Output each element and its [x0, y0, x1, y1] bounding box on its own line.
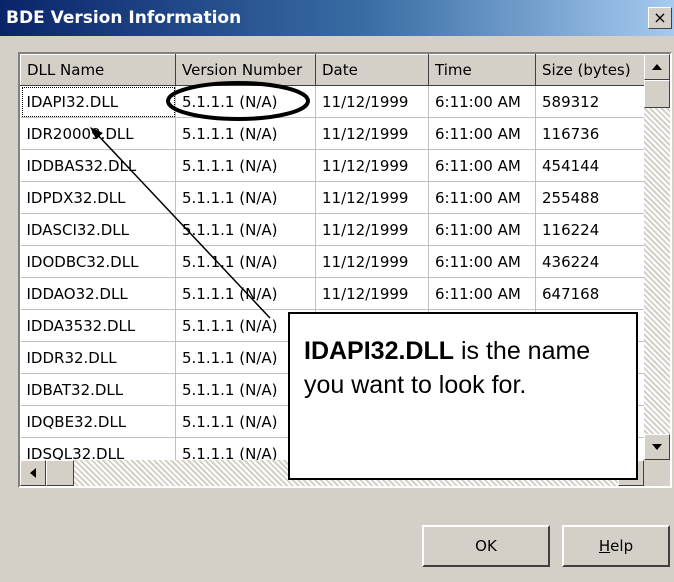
close-button[interactable]: ×	[648, 7, 672, 29]
table-cell: 5.1.1.1 (N/A)	[175, 181, 316, 214]
table-cell: IDDAO32.DLL	[20, 277, 176, 310]
scroll-left-arrow-icon	[30, 468, 36, 478]
table-cell: IDDBAS32.DLL	[20, 149, 176, 182]
table-cell: 6:11:00 AM	[428, 277, 536, 310]
column-header-size-bytes[interactable]: Size (bytes)	[535, 54, 645, 86]
table-row[interactable]: IDR20009.DLL 5.1.1.1 (N/A) 11/12/1999 6:11:…	[20, 117, 645, 150]
table-cell: 6:11:00 AM	[428, 149, 536, 182]
table-cell: 116224	[535, 213, 645, 246]
scroll-up-arrow-icon	[652, 64, 662, 70]
title-bar[interactable]: BDE Version Information ×	[0, 0, 674, 36]
table-cell: IDQBE32.DLL	[20, 405, 176, 438]
table-cell: 11/12/1999	[315, 181, 429, 214]
help-button[interactable]: Help	[562, 525, 670, 567]
table-cell: IDASCI32.DLL	[20, 213, 176, 246]
table-cell: 11/12/1999	[315, 277, 429, 310]
column-header-dll-name[interactable]: DLL Name	[20, 54, 176, 86]
table-row[interactable]: IDASCI32.DLL 5.1.1.1 (N/A) 11/12/1999 6:11:…	[20, 213, 645, 246]
ok-button-label: OK	[475, 537, 497, 555]
help-mnemonic: H	[598, 537, 611, 555]
callout-dll-name: IDAPI32.DLL	[304, 337, 455, 365]
table-cell: 5.1.1.1 (N/A)	[175, 213, 316, 246]
table-cell: IDBAT32.DLL	[20, 373, 176, 406]
table-cell: IDDR32.DLL	[20, 341, 176, 374]
table-cell: IDAPI32.DLL	[20, 85, 176, 118]
table-cell: IDODBC32.DLL	[20, 245, 176, 278]
table-cell: 11/12/1999	[315, 149, 429, 182]
table-cell: IDR20009.DLL	[20, 117, 176, 150]
vertical-scrollbar[interactable]	[644, 54, 670, 460]
scroll-left-button[interactable]	[20, 460, 46, 486]
table-cell: 6:11:00 AM	[428, 117, 536, 150]
table-cell: 11/12/1999	[315, 85, 429, 118]
table-cell: 436224	[535, 245, 645, 278]
table-row[interactable]: IDAPI32.DLL 5.1.1.1 (N/A) 11/12/1999 6:11:0…	[20, 85, 645, 118]
table-cell: 11/12/1999	[315, 213, 429, 246]
scroll-up-button[interactable]	[644, 54, 670, 80]
table-row[interactable]: IDDAO32.DLL 5.1.1.1 (N/A) 11/12/1999 6:11:0…	[20, 277, 645, 310]
close-icon: ×	[653, 8, 667, 27]
table-cell: 6:11:00 AM	[428, 245, 536, 278]
table-cell: 454144	[535, 149, 645, 182]
table-cell: IDDA3532.DLL	[20, 309, 176, 342]
vertical-scroll-thumb[interactable]	[644, 80, 670, 108]
column-header-date[interactable]: Date	[315, 54, 429, 86]
table-cell: 6:11:00 AM	[428, 213, 536, 246]
scroll-down-arrow-icon	[652, 444, 662, 450]
ok-button[interactable]: OK	[422, 525, 550, 567]
help-button-label: elp	[610, 537, 634, 555]
table-cell: 647168	[535, 277, 645, 310]
table-cell: 5.1.1.1 (N/A)	[175, 277, 316, 310]
column-header-time[interactable]: Time	[428, 54, 536, 86]
horizontal-scroll-thumb[interactable]	[46, 460, 74, 486]
scrollbar-corner	[644, 460, 670, 486]
table-cell: 5.1.1.1 (N/A)	[175, 117, 316, 150]
annotation-callout: IDAPI32.DLL is the name you want to look…	[288, 312, 638, 480]
table-row[interactable]: IDODBC32.DLL 5.1.1.1 (N/A) 11/12/1999 6:11:…	[20, 245, 645, 278]
column-header-row: DLL Name Version Number Date Time Size (byte…	[20, 54, 645, 86]
window-title: BDE Version Information	[6, 8, 242, 28]
table-cell: 589312	[535, 85, 645, 118]
table-cell: 11/12/1999	[315, 245, 429, 278]
table-cell: 255488	[535, 181, 645, 214]
table-cell: 6:11:00 AM	[428, 85, 536, 118]
table-cell: 11/12/1999	[315, 117, 429, 150]
table-cell: 116736	[535, 117, 645, 150]
table-row[interactable]: IDDBAS32.DLL 5.1.1.1 (N/A) 11/12/1999 6:11:…	[20, 149, 645, 182]
table-cell: 5.1.1.1 (N/A)	[175, 245, 316, 278]
table-row[interactable]: IDPDX32.DLL 5.1.1.1 (N/A) 11/12/1999 6:11:0…	[20, 181, 645, 214]
scroll-down-button[interactable]	[644, 434, 670, 460]
table-cell: 5.1.1.1 (N/A)	[175, 149, 316, 182]
column-header-version-number[interactable]: Version Number	[175, 54, 316, 86]
table-cell: 6:11:00 AM	[428, 181, 536, 214]
table-cell: 5.1.1.1 (N/A)	[175, 85, 316, 118]
table-cell: IDPDX32.DLL	[20, 181, 176, 214]
